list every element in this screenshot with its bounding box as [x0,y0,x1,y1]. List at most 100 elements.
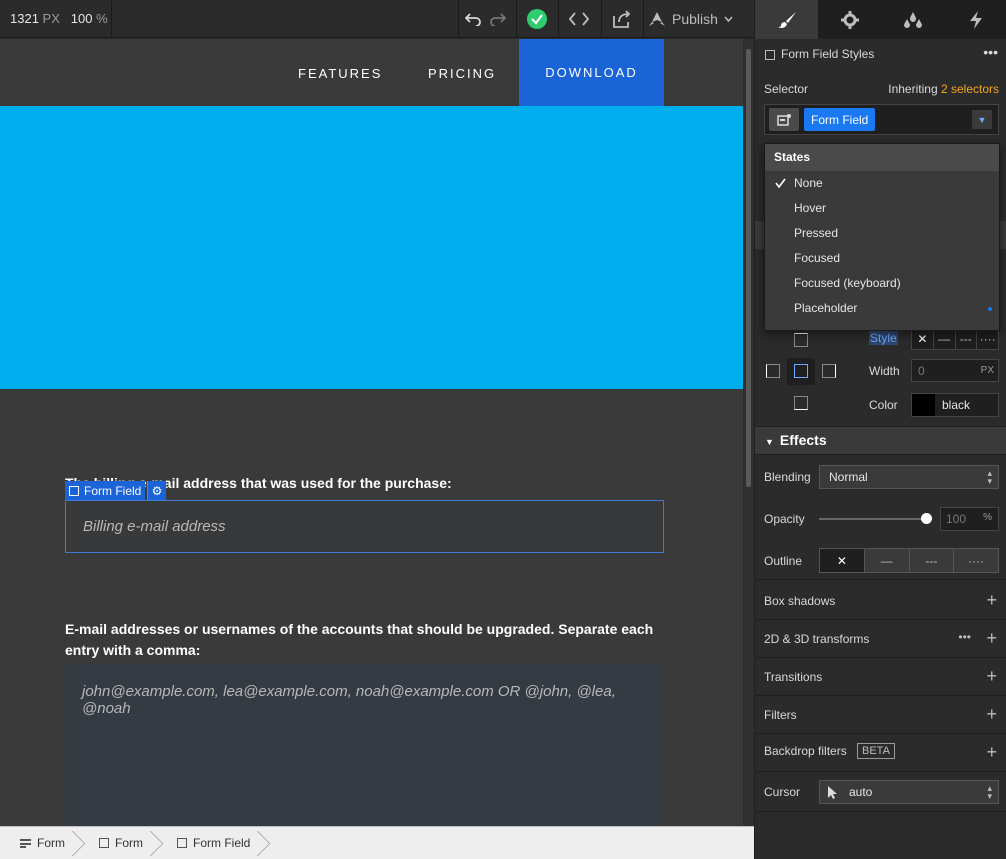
inheriting-selectors-link[interactable]: 2 selectors [941,82,999,96]
transitions-row[interactable]: Transitions + [755,658,1006,696]
blending-select[interactable]: Normal ▴ ▾ [819,465,999,489]
box-shadows-row[interactable]: Box shadows + [755,582,1006,620]
border-style-dashed-icon[interactable]: --- [956,328,978,349]
toolbar-divider [558,0,559,38]
canvas-size-readout[interactable]: 1321 PX 100 % [10,11,108,26]
lightning-icon [969,10,982,29]
cursor-pointer-icon [828,786,837,799]
code-icon[interactable] [566,0,592,38]
publish-status-check-icon[interactable] [525,0,549,38]
state-option-focused-keyboard[interactable]: Focused (keyboard) [765,271,999,296]
border-color-label: Color [869,398,898,412]
publish-button[interactable]: Publish [648,0,733,38]
cursor-row: Cursor auto ▴ ▾ [755,772,1006,812]
element-settings-gear-icon[interactable]: ⚙ [147,481,166,500]
border-top-selector[interactable] [794,333,808,347]
redo-icon[interactable] [488,0,508,38]
border-bottom-selector[interactable] [794,396,808,410]
border-width-value: 0 [918,364,925,378]
selector-chip[interactable]: Form Field [804,108,876,131]
border-right-selector[interactable] [822,364,836,378]
more-options-icon[interactable]: ••• [983,44,998,60]
outline-dotted-icon[interactable]: ···· [954,549,998,572]
transforms-row[interactable]: 2D & 3D transforms ••• + [755,620,1006,658]
state-option-placeholder[interactable]: Placeholder [765,296,999,321]
paintbrush-icon [777,11,796,28]
border-width-label: Width [869,364,900,378]
selector-label: Selector [764,82,809,96]
outline-dashed-icon[interactable]: --- [910,549,955,572]
canvas-width-unit: PX [42,11,60,26]
design-canvas[interactable]: FEATURES PRICING DOWNLOAD The billing e-… [0,39,743,826]
border-width-unit: PX [980,365,994,376]
state-option-pressed[interactable]: Pressed [765,221,999,246]
billing-email-field[interactable]: Billing e-mail address [65,500,664,553]
blending-row: Blending Normal ▴ ▾ [755,457,1006,495]
breadcrumb-item-form-block[interactable]: Form [79,827,157,859]
drops-icon [903,11,922,28]
hero-section[interactable] [0,106,743,389]
scrollbar-thumb[interactable] [746,49,751,487]
breadcrumb-item-form[interactable]: Form [0,827,79,859]
border-style-dotted-icon[interactable]: ···· [977,328,998,349]
breadcrumb-label: Form Field [193,836,251,850]
border-all-selector[interactable] [794,364,808,378]
border-color-swatch[interactable] [912,394,935,416]
breadcrumb-item-form-field[interactable]: Form Field [157,827,264,859]
nav-link-pricing[interactable]: PRICING [428,66,496,81]
breadcrumb: Form Form Form Field [0,826,754,859]
tab-style[interactable] [755,0,818,39]
effects-section-header[interactable]: ▼ Effects [755,426,1006,455]
border-width-input[interactable]: 0 PX [911,359,999,382]
blending-label: Blending [764,470,811,484]
nav-link-features[interactable]: FEATURES [298,66,382,81]
selected-element-tag[interactable]: Form Field [65,481,146,500]
state-option-none[interactable]: None [765,171,999,196]
accounts-textarea[interactable]: john@example.com, lea@example.com, noah@… [65,664,664,826]
inheriting-prefix: Inheriting [888,82,938,96]
opacity-input[interactable]: 100 % [940,507,999,531]
cursor-select[interactable]: auto ▴ ▾ [819,780,999,804]
tab-settings[interactable] [818,0,881,39]
add-backdrop-filter-plus-icon[interactable]: + [986,742,997,763]
border-color-input[interactable]: black [911,393,999,417]
nav-download-button[interactable]: DOWNLOAD [519,39,664,106]
select-arrows-icon: ▴ ▾ [987,783,992,801]
outline-solid-icon[interactable]: — [865,549,910,572]
select-arrows-icon: ▴ ▾ [987,468,992,486]
opacity-value: 100 [946,512,967,526]
undo-icon[interactable] [463,0,483,38]
breadcrumb-label: Form [37,836,65,850]
border-left-selector[interactable] [766,364,780,378]
outline-none-icon[interactable]: ✕ [820,549,865,572]
state-option-hover[interactable]: Hover [765,196,999,221]
add-transform-plus-icon[interactable]: + [986,628,997,649]
selector-type-icon[interactable] [769,108,799,131]
gear-icon [840,10,859,29]
zoom-value: 100 [70,11,93,26]
backdrop-filters-row[interactable]: Backdrop filters BETA + [755,734,1006,772]
selector-field[interactable]: Form Field ▼ [764,104,999,135]
add-box-shadow-plus-icon[interactable]: + [986,590,997,611]
opacity-slider-track[interactable] [819,518,927,520]
state-option-focused[interactable]: Focused [765,246,999,271]
tab-style-manager[interactable] [881,0,944,39]
rocket-icon [649,12,665,26]
add-filter-plus-icon[interactable]: + [986,704,997,725]
backdrop-filters-label: Backdrop filters [764,744,847,758]
canvas-scrollbar[interactable] [743,39,754,826]
opacity-slider-handle[interactable] [921,513,932,524]
filters-row[interactable]: Filters + [755,696,1006,734]
border-style-solid-icon[interactable]: — [934,328,956,349]
border-style-none-icon[interactable]: ✕ [912,328,934,349]
opacity-unit: % [983,512,992,523]
blending-value: Normal [829,470,868,484]
states-header: States [765,144,999,171]
export-icon[interactable] [610,0,634,38]
more-options-icon[interactable]: ••• [958,630,971,644]
add-transition-plus-icon[interactable]: + [986,666,997,687]
tab-interactions[interactable] [944,0,1006,39]
states-dropdown: States None Hover Pressed Focused Focuse… [764,143,1000,331]
states-dropdown-toggle[interactable]: ▼ [972,110,992,129]
state-label: Pressed [794,226,839,240]
